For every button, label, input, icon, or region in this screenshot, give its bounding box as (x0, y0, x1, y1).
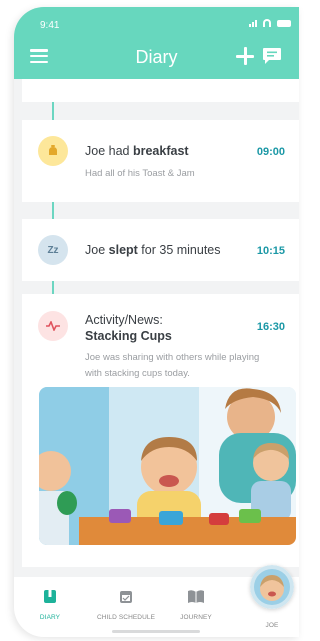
event-card-activity[interactable]: Activity/News: Stacking Cups 16:30 Joe w… (22, 294, 299, 567)
event-description: Joe was sharing with others while playin… (85, 352, 260, 379)
sleep-icon: Zz (38, 235, 68, 265)
nav-journey[interactable]: JOURNEY (176, 589, 216, 621)
book-icon (188, 590, 204, 603)
event-description: Had all of his Toast & Jam (85, 168, 195, 179)
plus-icon[interactable] (236, 47, 254, 65)
signal-icon (249, 20, 257, 27)
status-icons (249, 19, 291, 27)
bottom-navigation: DIARY CHILD SCHEDULE JOURNEY JOE (14, 565, 299, 637)
event-title: Joe slept for 35 minutes (85, 243, 221, 257)
message-icon[interactable] (262, 47, 282, 65)
avatar (250, 565, 294, 609)
event-time: 10:15 (256, 245, 285, 257)
event-title: Activity/News: Stacking Cups (85, 313, 172, 343)
activity-icon (38, 311, 68, 341)
calendar-icon (120, 591, 132, 603)
event-time: 09:00 (256, 146, 285, 158)
battery-icon (277, 20, 291, 27)
event-title: Joe had breakfast (85, 144, 189, 158)
event-card-sleep[interactable]: Zz Joe slept for 35 minutes 10:15 (22, 219, 299, 281)
breakfast-icon (38, 136, 68, 166)
page-title: Diary (135, 47, 178, 67)
status-time: 9:41 (40, 20, 60, 31)
nav-diary[interactable]: DIARY (32, 589, 68, 621)
event-time: 16:30 (256, 321, 285, 333)
diary-icon (44, 590, 56, 603)
event-card-breakfast[interactable]: Joe had breakfast 09:00 Had all of his T… (22, 120, 299, 202)
app-header: 9:41 Diary (14, 7, 299, 79)
wifi-icon (263, 19, 271, 27)
previous-event-card[interactable] (22, 79, 299, 102)
home-indicator (112, 630, 200, 633)
phone-screen: 9:41 Diary Joe had breakfast 09:00 Had a… (14, 7, 299, 637)
activity-photo[interactable] (39, 387, 296, 545)
nav-child-schedule[interactable]: CHILD SCHEDULE (88, 589, 164, 621)
